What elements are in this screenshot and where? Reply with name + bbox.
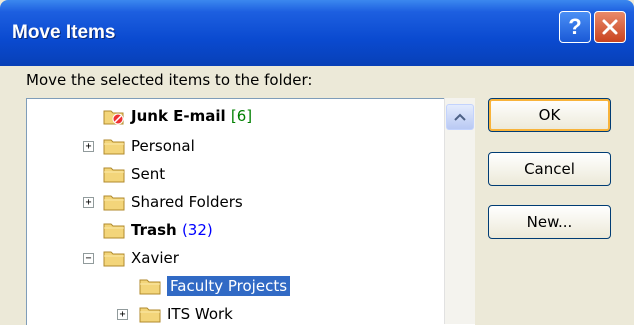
folder-icon <box>103 167 125 183</box>
help-icon: ? <box>568 14 582 39</box>
cancel-button[interactable]: Cancel <box>488 152 611 186</box>
tree-item-label: Trash (32) <box>131 221 213 239</box>
close-button[interactable] <box>594 11 626 43</box>
tree-item-personal[interactable]: + Personal <box>27 131 447 161</box>
instruction-label: Move the selected items to the folder: <box>26 71 313 89</box>
tree-item-trash[interactable]: Trash (32) <box>27 215 447 245</box>
folder-icon <box>139 279 161 295</box>
close-icon <box>602 19 618 35</box>
unread-count: (32) <box>181 221 213 239</box>
tree-item-label: ITS Work <box>167 305 233 323</box>
tree-item-shared-folders[interactable]: + Shared Folders <box>27 187 447 217</box>
tree-item-label: Faculty Projects <box>167 276 291 296</box>
tree-item-junk-email[interactable]: Junk E-mail [6] <box>27 101 447 131</box>
tree-item-label: Xavier <box>131 249 179 267</box>
vertical-scrollbar[interactable] <box>444 98 475 324</box>
tree-item-label: Sent <box>131 165 166 183</box>
junk-folder-icon <box>103 110 124 125</box>
folder-icon <box>103 223 125 239</box>
folder-icon <box>103 139 125 155</box>
tree-item-its-work[interactable]: + ITS Work <box>27 299 447 325</box>
unread-count: [6] <box>230 107 253 125</box>
collapse-icon[interactable]: − <box>83 253 94 264</box>
title-bar[interactable]: Move Items ? <box>0 0 634 66</box>
dialog-title: Move Items <box>12 22 116 43</box>
new-folder-button[interactable]: New... <box>488 205 611 239</box>
scroll-up-button[interactable] <box>446 104 474 130</box>
tree-item-label: Junk E-mail [6] <box>131 107 253 125</box>
tree-item-label: Shared Folders <box>131 193 243 211</box>
tree-item-faculty-projects[interactable]: Faculty Projects <box>27 271 447 301</box>
tree-item-xavier[interactable]: − Xavier <box>27 243 447 273</box>
folder-icon <box>139 307 161 323</box>
tree-item-sent[interactable]: Sent <box>27 159 447 189</box>
help-button[interactable]: ? <box>559 11 591 43</box>
expand-icon[interactable]: + <box>83 197 94 208</box>
expand-icon[interactable]: + <box>83 141 94 152</box>
move-items-dialog: Move Items ? Move the selected items to … <box>0 0 634 325</box>
chevron-up-icon <box>454 113 466 121</box>
expand-icon[interactable]: + <box>117 309 128 320</box>
ok-button[interactable]: OK <box>488 98 611 132</box>
folder-tree[interactable]: Junk E-mail [6] + Personal Sent + Shared… <box>26 98 475 325</box>
folder-icon <box>103 195 125 211</box>
tree-item-label: Personal <box>131 137 195 155</box>
folder-icon <box>103 251 125 267</box>
